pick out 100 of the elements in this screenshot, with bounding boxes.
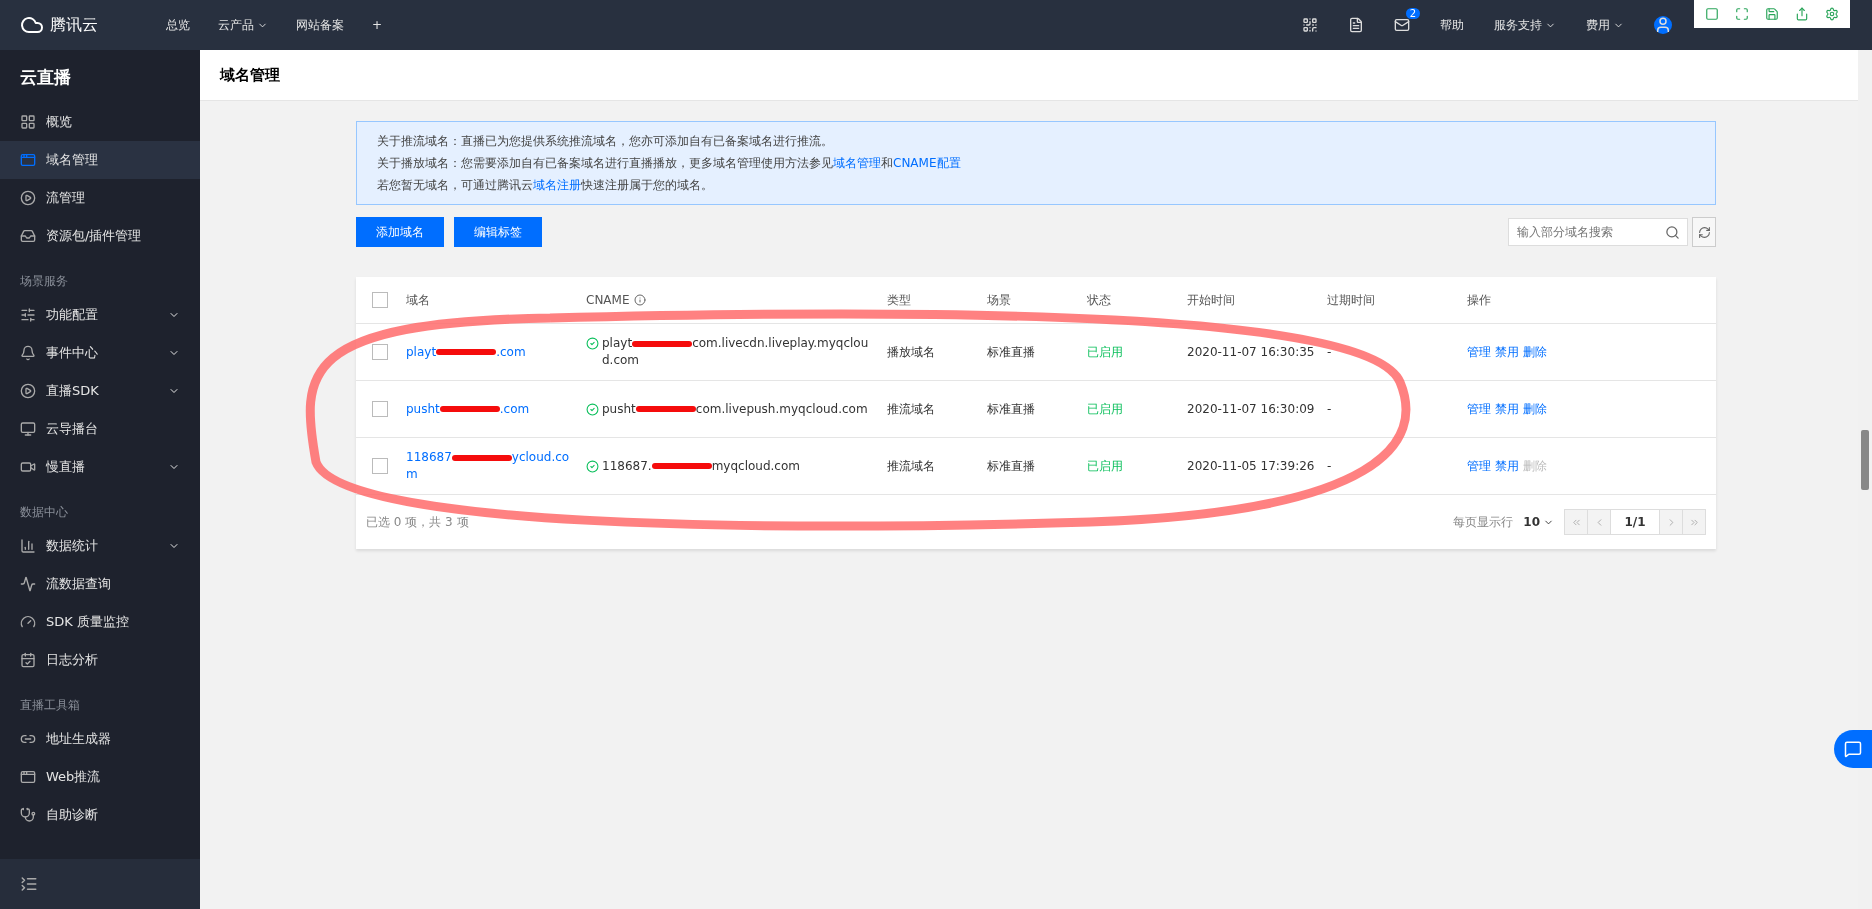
action-button[interactable]: 添加域名 [356, 217, 444, 247]
domain-link[interactable]: playt .com [406, 343, 586, 361]
settings-icon[interactable] [1825, 7, 1839, 21]
mail-icon[interactable] [1394, 17, 1410, 33]
column-header: 操作 [1467, 291, 1492, 309]
sidebar-item[interactable]: 自助诊断 [0, 796, 200, 834]
column-header: 过期时间 [1327, 291, 1376, 309]
nav-link[interactable]: 服务支持 [1494, 16, 1556, 34]
nav-link[interactable]: 云产品 [204, 16, 282, 34]
chat-button[interactable] [1834, 730, 1872, 768]
search-field[interactable]: 输入部分域名搜索 [1508, 218, 1688, 246]
sidebar-item[interactable]: 概览 [0, 103, 200, 141]
link[interactable]: 域名管理 [833, 156, 881, 170]
page-size-select[interactable]: 10 [1523, 515, 1554, 529]
link[interactable]: CNAME配置 [893, 156, 961, 170]
sidebar-item[interactable]: 数据统计 [0, 527, 200, 565]
chat-icon [1844, 740, 1862, 758]
status-text: 已启用 [1087, 400, 1124, 418]
checkbox[interactable] [372, 292, 388, 308]
camera-icon [20, 459, 36, 475]
sidebar-title: 云直播 [19, 66, 72, 89]
column-header: 域名 [406, 291, 431, 309]
status-text: 已启用 [1087, 457, 1124, 475]
check-circle-icon [586, 337, 599, 350]
selection-summary: 已选 0 项，共 3 项 [366, 513, 469, 531]
avatar-icon[interactable] [1654, 16, 1672, 34]
share-icon[interactable] [1795, 7, 1809, 21]
nav-link[interactable]: + [358, 18, 397, 32]
action-link[interactable]: 删除 [1523, 401, 1547, 416]
table-cell-text: 推流域名 [887, 400, 936, 418]
table-cell-text: 标准直播 [987, 343, 1036, 361]
table-cell-text: 2020-11-07 16:30:09 [1187, 400, 1316, 418]
sliders-icon [20, 307, 36, 323]
sidebar-item[interactable]: 地址生成器 [0, 720, 200, 758]
play-icon [20, 383, 36, 399]
sidebar-item[interactable]: 流管理 [0, 179, 200, 217]
sidebar-item[interactable]: 慢直播 [0, 448, 200, 486]
action-link[interactable]: 禁用 [1495, 401, 1519, 416]
notice-text: 快速注册属于您的域名。 [581, 178, 713, 192]
qr-code-icon[interactable] [1302, 17, 1318, 33]
cname-cell-text: 118687. myqcloud.com [602, 457, 801, 475]
checkbox[interactable] [372, 458, 388, 474]
sidebar-group-label: 场景服务 [19, 273, 69, 290]
domain-link[interactable]: 118687 ycloud.com [406, 449, 586, 483]
sidebar-item[interactable]: 域名管理 [0, 141, 200, 179]
search-icon [1665, 224, 1680, 240]
sidebar-item[interactable]: 直播SDK [0, 372, 200, 410]
table-cell-text: - [1327, 457, 1333, 475]
pulse-icon [20, 576, 36, 592]
sidebar-item[interactable]: 事件中心 [0, 334, 200, 372]
nav-link[interactable]: 费用 [1586, 16, 1624, 34]
column-header: 场景 [987, 291, 1012, 309]
nav-link[interactable]: 网站备案 [282, 16, 358, 34]
action-link[interactable]: 禁用 [1495, 344, 1519, 359]
info-icon[interactable] [633, 294, 646, 306]
play-icon [20, 190, 36, 206]
nav-link[interactable]: 总览 [152, 16, 204, 34]
action-link[interactable]: 管理 [1467, 458, 1491, 473]
table-cell-text: 推流域名 [887, 457, 936, 475]
sidebar-item[interactable]: 资源包/插件管理 [0, 217, 200, 255]
sidebar-item[interactable]: 云导播台 [0, 410, 200, 448]
sidebar-item[interactable]: Web推流 [0, 758, 200, 796]
status-text: 已启用 [1087, 343, 1124, 361]
sidebar-item[interactable]: 流数据查询 [0, 565, 200, 603]
notice-text: 若您暂无域名，可通过腾讯云 [377, 178, 533, 192]
collapse-icon[interactable] [20, 875, 38, 893]
action-link[interactable]: 管理 [1467, 401, 1491, 416]
sidebar-item[interactable]: 功能配置 [0, 296, 200, 334]
refresh-icon [1697, 225, 1711, 239]
stethoscope-icon [20, 807, 36, 823]
refresh-button[interactable] [1692, 217, 1716, 247]
browser-icon [20, 152, 36, 168]
table-cell-text: 2020-11-07 16:30:35 [1187, 343, 1316, 361]
action-button[interactable]: 编辑标签 [454, 217, 542, 247]
count-badge: 2 [1405, 8, 1420, 19]
sidebar-group-label: 直播工具箱 [19, 697, 81, 714]
square-icon[interactable] [1705, 7, 1719, 21]
column-header: 类型 [887, 291, 912, 309]
sidebar-item[interactable]: SDK 质量监控 [0, 603, 200, 641]
nav-link[interactable]: 帮助 [1440, 16, 1464, 34]
sidebar-item[interactable]: 日志分析 [0, 641, 200, 679]
action-link[interactable]: 管理 [1467, 344, 1491, 359]
expand-icon[interactable] [1735, 7, 1749, 21]
cname-cell-text: playt com.livecdn.liveplay.myqcloud.com [602, 335, 870, 369]
document-icon[interactable] [1348, 17, 1364, 33]
gauge-icon [20, 614, 36, 630]
notice-text: 和 [881, 156, 893, 170]
monitor-icon [20, 421, 36, 437]
checkbox[interactable] [372, 344, 388, 360]
domain-link[interactable]: pusht .com [406, 400, 586, 418]
table-cell-text: 播放域名 [887, 343, 936, 361]
cname-cell-text: pusht com.livepush.myqcloud.com [602, 400, 869, 418]
link[interactable]: 域名注册 [533, 178, 581, 192]
save-icon[interactable] [1765, 7, 1779, 21]
action-link[interactable]: 禁用 [1495, 458, 1519, 473]
bell-icon [20, 345, 36, 361]
checkbox[interactable] [372, 401, 388, 417]
check-circle-icon [586, 459, 599, 473]
table-cell-text: - [1327, 400, 1333, 418]
action-link[interactable]: 删除 [1523, 344, 1547, 359]
